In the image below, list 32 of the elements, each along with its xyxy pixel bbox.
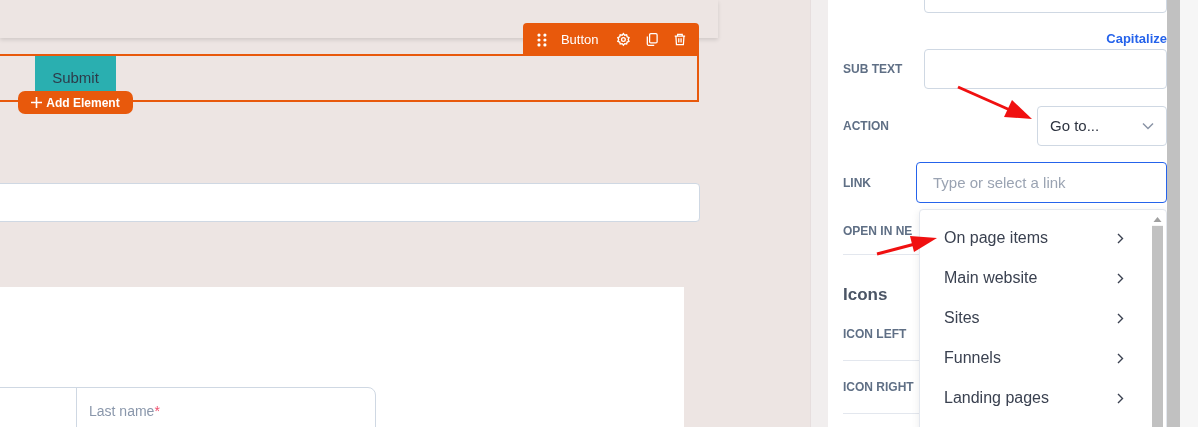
element-type-label: Button <box>560 30 599 49</box>
menu-item[interactable]: Main website <box>920 258 1152 298</box>
capitalize-link[interactable]: Capitalize <box>1106 31 1167 46</box>
chevron-right-icon <box>1117 232 1124 244</box>
chevron-right-icon <box>1117 272 1124 284</box>
trash-icon[interactable] <box>673 32 687 47</box>
input-field[interactable] <box>0 183 700 222</box>
field-label: OPEN IN NE <box>843 223 913 240</box>
chevron-right-icon <box>1117 352 1124 364</box>
annotation-arrow <box>876 236 937 256</box>
link-field[interactable]: Type or select a link <box>916 162 1167 203</box>
submit-button[interactable]: Submit <box>35 56 116 92</box>
menu-item[interactable]: Funnels <box>920 338 1152 378</box>
section-heading: Icons <box>843 285 888 304</box>
drag-handle-icon[interactable] <box>537 32 547 47</box>
menu-item[interactable]: Sites <box>920 298 1152 338</box>
chevron-down-icon <box>1142 122 1154 130</box>
field-label: ACTION <box>842 118 889 135</box>
settings-icon[interactable] <box>616 32 632 47</box>
plus-icon <box>31 97 43 108</box>
field-label: ICON LEFT <box>843 326 907 343</box>
field-label: ICON RIGHT <box>843 379 914 396</box>
add-element-button[interactable]: Add Element <box>18 91 133 114</box>
chevron-right-icon <box>1117 312 1124 324</box>
menu-item[interactable]: Landing pages <box>920 378 1152 418</box>
sub-text-field[interactable] <box>924 49 1167 89</box>
copy-icon[interactable] <box>645 32 660 47</box>
action-select[interactable]: Go to... <box>1037 106 1167 146</box>
scrollbar[interactable] <box>1167 0 1180 427</box>
chevron-right-icon <box>1117 392 1124 404</box>
field-label: LINK <box>842 174 871 192</box>
field-label: SUB TEXT <box>842 61 903 78</box>
